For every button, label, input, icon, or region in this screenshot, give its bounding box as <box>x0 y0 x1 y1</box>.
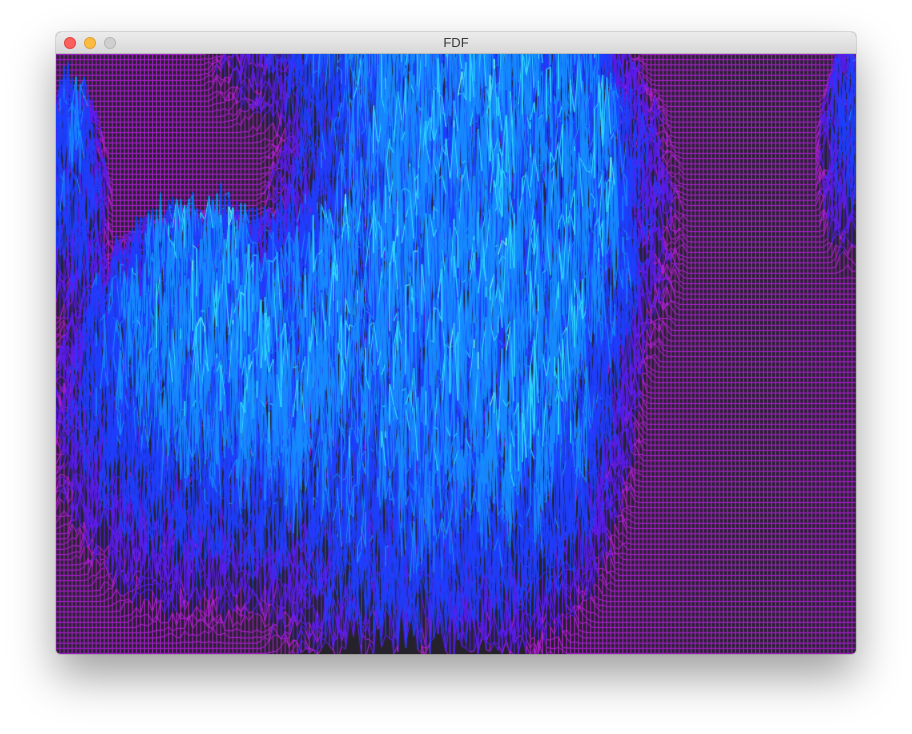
window-title: FDF <box>443 35 469 50</box>
wireframe-render-canvas[interactable] <box>56 54 856 654</box>
title-bar[interactable]: FDF <box>56 32 856 54</box>
fdf-window: FDF <box>56 32 856 654</box>
